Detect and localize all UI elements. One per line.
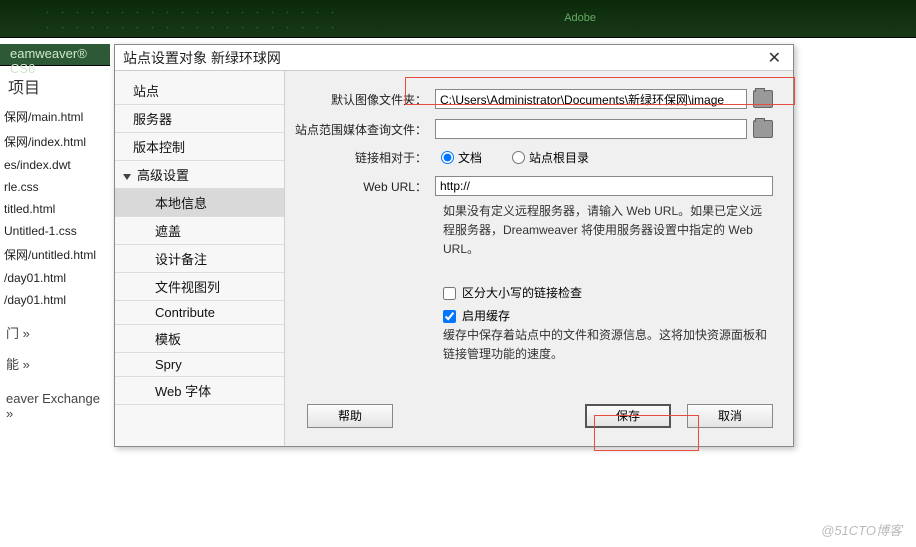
dialog-nav: 站点 服务器 版本控制 高级设置 本地信息 遮盖 设计备注 文件视图列 Cont… [115, 71, 285, 446]
nav-webfont[interactable]: Web 字体 [115, 377, 284, 405]
link-rel-label: 链接相对于： [295, 149, 435, 166]
app-brand: eamweaver® CS6 [0, 44, 110, 66]
file-item[interactable]: 保网/index.html [0, 129, 113, 154]
img-folder-input[interactable] [435, 89, 747, 109]
chevron-down-icon [123, 174, 131, 180]
help-button[interactable]: 帮助 [307, 404, 393, 428]
close-icon[interactable]: ✕ [764, 48, 785, 68]
exchange-link[interactable]: eaver Exchange » [0, 385, 113, 427]
watermark: @51CTO博客 [821, 520, 902, 539]
cancel-button[interactable]: 取消 [687, 404, 773, 428]
nav-spry[interactable]: Spry [115, 353, 284, 377]
file-item[interactable]: 保网/untitled.html [0, 242, 113, 267]
nav-server[interactable]: 服务器 [115, 105, 284, 133]
file-item[interactable]: es/index.dwt [0, 154, 113, 176]
adobe-label: Adobe [564, 12, 596, 24]
browse-folder-icon[interactable] [753, 90, 773, 108]
radio-siteroot-label: 站点根目录 [529, 149, 589, 166]
file-item[interactable]: /day01.html [0, 289, 113, 311]
weburl-label: Web URL： [295, 178, 435, 195]
nav-design-notes[interactable]: 设计备注 [115, 245, 284, 273]
chk-cache[interactable] [443, 310, 456, 323]
nav-version[interactable]: 版本控制 [115, 133, 284, 161]
file-item[interactable]: /day01.html [0, 267, 113, 289]
nav-template[interactable]: 模板 [115, 325, 284, 353]
weburl-hint: 如果没有定义远程服务器，请输入 Web URL。如果已定义远程服务器，Dream… [443, 202, 773, 260]
site-settings-dialog: 站点设置对象 新绿环球网 ✕ 站点 服务器 版本控制 高级设置 本地信息 遮盖 … [114, 44, 794, 447]
nav-advanced[interactable]: 高级设置 [115, 161, 284, 189]
weburl-input[interactable] [435, 176, 773, 196]
nav-site[interactable]: 站点 [115, 77, 284, 105]
dialog-title: 站点设置对象 新绿环球网 [123, 48, 281, 68]
chk-case-label: 区分大小写的链接检查 [462, 286, 582, 300]
browse-folder-icon[interactable] [753, 120, 773, 138]
media-query-label: 站点范围媒体查询文件： [295, 121, 435, 138]
left-panel: 项目 保网/main.html 保网/index.html es/index.d… [0, 68, 113, 427]
chk-cache-label: 启用缓存 [462, 309, 510, 323]
chk-case-sensitive[interactable] [443, 287, 456, 300]
nav-cloak[interactable]: 遮盖 [115, 217, 284, 245]
nav-contribute[interactable]: Contribute [115, 301, 284, 325]
file-item[interactable]: titled.html [0, 198, 113, 220]
left-link[interactable]: 能 » [0, 348, 113, 379]
img-folder-label: 默认图像文件夹： [295, 91, 435, 108]
nav-file-view[interactable]: 文件视图列 [115, 273, 284, 301]
radio-siteroot[interactable] [512, 151, 525, 164]
file-item[interactable]: 保网/main.html [0, 104, 113, 129]
radio-document[interactable] [441, 151, 454, 164]
nav-local-info[interactable]: 本地信息 [115, 189, 284, 217]
radio-document-label: 文档 [458, 149, 482, 166]
cache-hint: 缓存中保存着站点中的文件和资源信息。这将加快资源面板和链接管理功能的速度。 [443, 326, 773, 364]
save-button[interactable]: 保存 [585, 404, 671, 428]
left-heading: 项目 [0, 68, 113, 104]
media-query-input[interactable] [435, 119, 747, 139]
file-item[interactable]: Untitled-1.css [0, 220, 113, 242]
left-link[interactable]: 门 » [0, 317, 113, 348]
file-item[interactable]: rle.css [0, 176, 113, 198]
